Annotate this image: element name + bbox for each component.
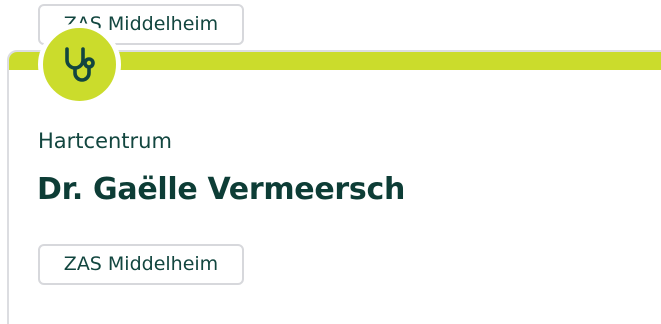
doctor-name[interactable]: Dr. Gaëlle Vermeersch — [37, 172, 405, 207]
doctor-list: ZAS Middelheim Hartcentrum Dr. Gaëlle Ve… — [0, 0, 661, 324]
stethoscope-icon — [64, 46, 95, 82]
department-label: Hartcentrum — [38, 129, 172, 153]
stethoscope-badge — [38, 23, 121, 106]
location-tag[interactable]: ZAS Middelheim — [38, 244, 244, 285]
